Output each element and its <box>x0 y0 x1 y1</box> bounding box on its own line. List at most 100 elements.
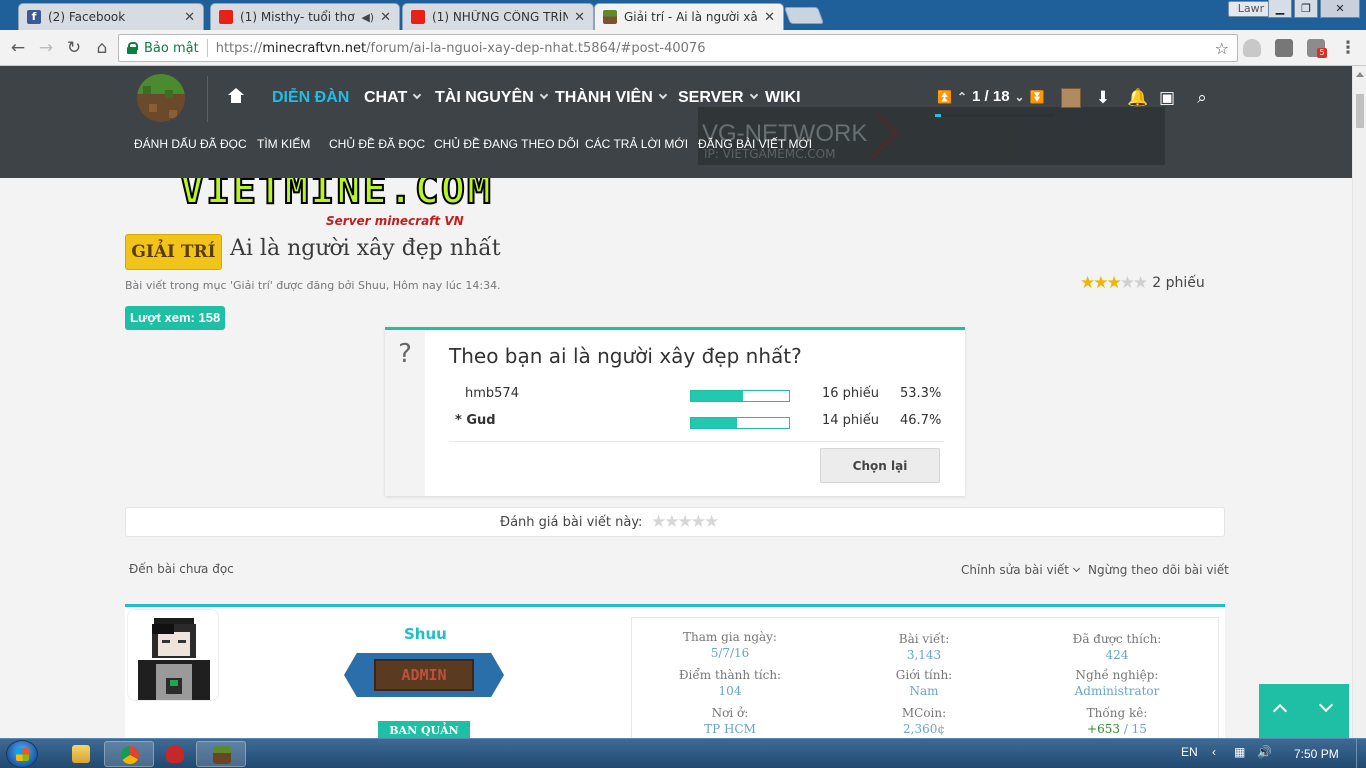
search-icon[interactable]: ⌕ <box>1192 88 1212 108</box>
show-desktop-button[interactable] <box>1356 739 1366 768</box>
last-page-icon[interactable]: ⏬ <box>1030 90 1045 104</box>
stat-mcoin: MCoin: 2,360¢ <box>901 706 947 736</box>
revote-button[interactable]: Chọn lại <box>820 448 940 483</box>
tab-facebook[interactable]: f (2) Facebook ✕ <box>18 3 204 30</box>
poll-option: hmb574 16 phiếu 53.3% <box>465 386 942 402</box>
stat-location: Nơi ở: TP HCM <box>704 706 756 736</box>
back-icon[interactable]: ← <box>8 38 28 58</box>
server-banner[interactable]: VG-NETWORK IP: VIETGAMEMC.COM <box>698 107 1165 165</box>
star-icon: ★ <box>1106 273 1122 293</box>
thread-prefix[interactable]: GIẢI TRÍ <box>125 234 222 270</box>
avatar[interactable] <box>127 609 219 701</box>
unwatch-thread-link[interactable]: Ngừng theo dõi bài viết <box>1088 563 1229 577</box>
home-nav-icon[interactable] <box>228 88 244 104</box>
bell-icon[interactable]: 🔔 <box>1127 88 1148 108</box>
youtube-icon <box>219 10 233 24</box>
forward-icon[interactable]: → <box>36 38 56 58</box>
money-icon[interactable]: ▣ <box>1157 88 1177 108</box>
nav-wiki[interactable]: WIKI <box>765 88 801 108</box>
windows-taskbar: EN ‹ ▦ 🔊 7:50 PM <box>0 738 1366 768</box>
page-indicator[interactable]: 1 / 18 <box>972 88 1010 105</box>
stat-trophy-points: Điểm thành tích: 104 <box>678 668 782 698</box>
home-icon[interactable]: ⌂ <box>92 38 112 58</box>
close-tab-icon[interactable]: ✕ <box>764 10 775 25</box>
restore-icon[interactable]: ❐ <box>1294 0 1318 18</box>
stat-joined: Tham gia ngày: 5/7/16 <box>683 630 777 660</box>
rate-post-stars[interactable]: ★★★★★ <box>651 512 719 532</box>
first-page-icon[interactable]: ⏫ <box>937 90 952 104</box>
lock-icon[interactable] <box>127 42 138 54</box>
chevron-down-icon <box>749 90 758 100</box>
address-bar[interactable]: Bảo mật https://minecraftvn.net/forum/ai… <box>118 34 1238 62</box>
prev-page-icon[interactable]: ⌃ <box>957 90 967 104</box>
taskbar-explorer[interactable] <box>56 741 106 767</box>
taskbar-minecraft[interactable] <box>196 741 246 767</box>
browser-toolbar: ← → ↻ ⌂ Bảo mật https://minecraftvn.net/… <box>0 30 1366 66</box>
shield-extension-icon[interactable] <box>1243 39 1261 57</box>
scroll-bottom-icon[interactable] <box>1318 697 1334 713</box>
nav-dien-dan[interactable]: DIỄN ĐÀN <box>272 88 349 108</box>
scrollbar-thumb[interactable] <box>1356 94 1364 128</box>
stat-feedback: Thống kê: +653 / 15 <box>1086 706 1148 736</box>
volume-icon[interactable]: 🔊 <box>1257 745 1272 759</box>
subnav-mark-read[interactable]: ĐÁNH DẤU ĐÃ ĐỌC <box>134 137 247 151</box>
secure-label[interactable]: Bảo mật <box>144 41 199 56</box>
chevron-down-icon <box>413 90 422 100</box>
close-tab-icon[interactable]: ✕ <box>574 10 585 25</box>
subnav-new-post[interactable]: ĐĂNG BÀI VIẾT MỚI <box>698 137 812 151</box>
scroll-up-arrow-icon[interactable] <box>1356 72 1364 77</box>
next-page-icon[interactable]: ⌄ <box>1015 90 1025 104</box>
minecraft-icon <box>213 746 231 764</box>
ad-banner-title[interactable]: VIETMINE.COM <box>179 178 640 211</box>
rate-post-bar: Đánh giá bài viết này: ★★★★★ <box>125 507 1225 537</box>
admin-rank-banner: ADMIN <box>344 653 504 697</box>
scroll-top-icon[interactable] <box>1272 703 1288 719</box>
tray-expand-icon[interactable]: ‹ <box>1212 745 1216 759</box>
network-icon[interactable]: ▦ <box>1234 745 1245 759</box>
facebook-icon: f <box>27 10 41 24</box>
extension-gear-icon[interactable]: 5 <box>1307 39 1327 58</box>
close-window-icon[interactable]: ✕ <box>1320 0 1360 18</box>
subnav-read-threads[interactable]: CHỦ ĐỀ ĐÃ ĐỌC <box>329 137 425 151</box>
nav-tai-nguyen[interactable]: TÀI NGUYÊN <box>435 88 548 108</box>
edit-post-link[interactable]: Chỉnh sửa bài viết <box>961 563 1081 577</box>
bookmark-star-icon[interactable]: ☆ <box>1215 39 1229 58</box>
url-text[interactable]: https://minecraftvn.net/forum/ai-la-nguo… <box>216 41 706 56</box>
start-button[interactable] <box>6 740 38 768</box>
subnav-search[interactable]: TÌM KIẾM <box>257 137 310 151</box>
tab-giai-tri[interactable]: Giải trí - Ai là người xây đ ✕ <box>594 3 784 30</box>
nav-thanh-vien[interactable]: THÀNH VIÊN <box>555 88 668 108</box>
staff-badge: BAN QUẢN TRỊ <box>378 721 470 738</box>
go-to-unread-link[interactable]: Đến bài chưa đọc <box>129 562 234 576</box>
subnav-watched-threads[interactable]: CHỦ ĐỀ ĐANG THEO DÕI <box>434 137 579 151</box>
menu-kebab-icon[interactable]: ⋮ <box>1338 38 1358 58</box>
language-indicator[interactable]: EN <box>1181 745 1198 759</box>
taskbar-app[interactable] <box>150 741 200 767</box>
tab-youtube-cong-trinh[interactable]: (1) NHỮNG CÔNG TRÌNH ✕ <box>402 3 594 30</box>
thread-content: VIETMINE.COM Server minecraft VN GIẢI TR… <box>0 178 1352 738</box>
thread-title: Ai là người xây đẹp nhất <box>230 236 501 261</box>
nav-server[interactable]: SERVER <box>678 88 758 108</box>
taskbar-chrome[interactable] <box>104 741 154 767</box>
extension-icon[interactable] <box>1275 39 1293 57</box>
poll-option: * Gud 14 phiếu 46.7% <box>455 413 942 429</box>
page-scrollbar[interactable] <box>1352 66 1366 738</box>
audio-playing-icon[interactable]: ◀) <box>361 11 374 24</box>
clock[interactable]: 7:50 PM <box>1294 747 1339 761</box>
inbox-download-icon[interactable]: ⬇ <box>1093 88 1113 108</box>
close-tab-icon[interactable]: ✕ <box>380 10 391 25</box>
chevron-down-icon <box>1072 564 1081 573</box>
subnav-new-replies[interactable]: CÁC TRẢ LỜI MỚI <box>585 137 688 151</box>
reload-icon[interactable]: ↻ <box>64 38 84 58</box>
new-tab-button[interactable] <box>783 7 825 24</box>
stat-posts: Bài viết: 3,143 <box>898 632 950 662</box>
stat-occupation: Nghề nghiệp: Administrator <box>1074 668 1160 698</box>
poll: ? Theo bạn ai là người xây đẹp nhất? hmb… <box>385 327 965 496</box>
site-logo[interactable] <box>137 74 185 122</box>
tab-youtube-misthy[interactable]: (1) Misthy- tuổi thơ b ◀) ✕ <box>210 3 400 30</box>
post-username[interactable]: Shuu <box>404 625 447 643</box>
minimize-icon[interactable]: ▁ <box>1268 0 1292 18</box>
user-avatar[interactable] <box>1061 88 1081 108</box>
nav-chat[interactable]: CHAT <box>364 88 422 108</box>
close-tab-icon[interactable]: ✕ <box>184 10 195 25</box>
